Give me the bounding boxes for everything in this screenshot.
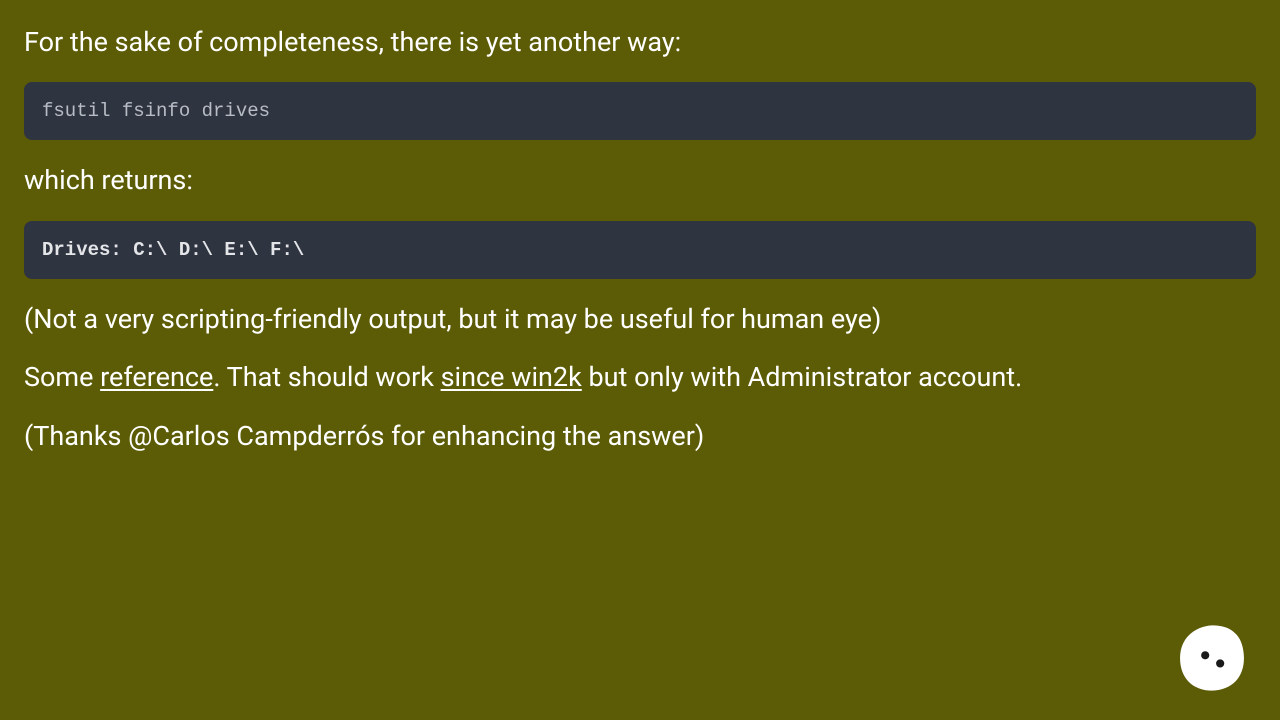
reference-paragraph: Some reference. That should work since w… [24, 359, 1256, 395]
since-win2k-link[interactable]: since win2k [441, 361, 582, 393]
thanks-paragraph: (Thanks @Carlos Campderrós for enhancing… [24, 418, 1256, 454]
text-span: . That should work [213, 361, 440, 393]
text-span: but only with Administrator account. [582, 361, 1022, 393]
returns-paragraph: which returns: [24, 162, 1256, 198]
text-span: Some [24, 361, 100, 393]
intro-paragraph: For the sake of completeness, there is y… [24, 24, 1256, 60]
reference-link[interactable]: reference [100, 361, 213, 393]
note-paragraph: (Not a very scripting-friendly output, b… [24, 301, 1256, 337]
answer-body: For the sake of completeness, there is y… [0, 0, 1280, 454]
avatar [1178, 624, 1246, 692]
code-block-command: fsutil fsinfo drives [24, 82, 1256, 140]
avatar-icon [1178, 624, 1246, 692]
code-block-output: Drives: C:\ D:\ E:\ F:\ [24, 221, 1256, 279]
